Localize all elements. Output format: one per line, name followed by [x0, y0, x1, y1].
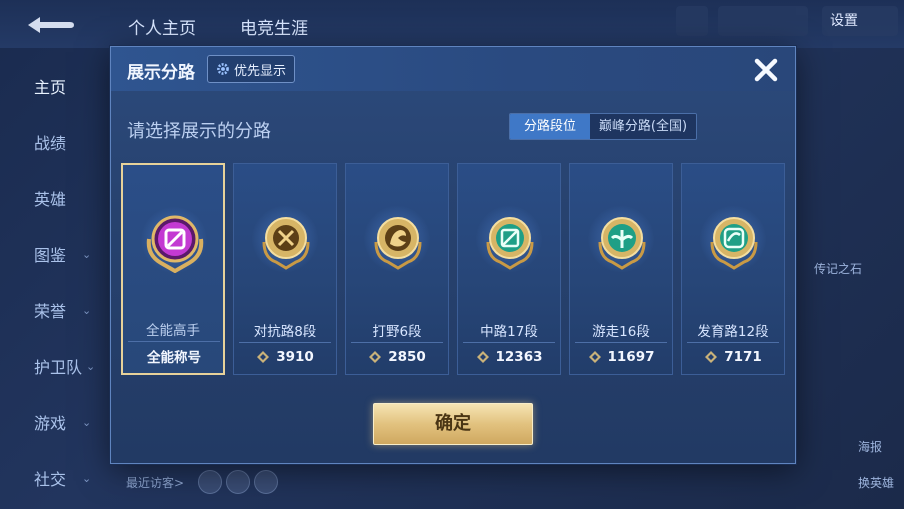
priority-display-button[interactable]: 优先显示 [207, 55, 296, 83]
lane-role-label: 对抗路8段 [253, 324, 317, 340]
lane-card-mid[interactable]: 中路17段 12363 [457, 163, 561, 375]
points-icon [369, 351, 382, 363]
farm-lane-icon [710, 217, 758, 270]
lane-card-footer: 全能称号 [128, 341, 220, 370]
lane-role-label: 中路17段 [480, 324, 538, 340]
sidebar-item-codex[interactable]: 图鉴 ⌄ [0, 226, 110, 282]
close-icon[interactable] [751, 55, 781, 85]
lane-card-footer: 7171 [687, 342, 779, 371]
segment-lane-rank[interactable]: 分路段位 [510, 114, 590, 139]
settings-button[interactable]: 设置 [822, 6, 898, 36]
chevron-down-icon: ⌄ [82, 415, 92, 429]
chevron-down-icon: ⌄ [82, 471, 92, 485]
avatar[interactable] [198, 470, 222, 494]
sidebar-item-label: 图鉴 [34, 246, 67, 265]
points-icon [476, 351, 489, 363]
avatar[interactable] [254, 470, 278, 494]
lane-role-label: 游走16段 [592, 324, 650, 340]
confirm-button[interactable]: 确定 [373, 403, 533, 445]
lane-card-footer: 12363 [463, 342, 555, 371]
lane-value: 7171 [724, 349, 762, 365]
sidebar-item-label: 荣誉 [34, 302, 67, 321]
lane-card-clash[interactable]: 对抗路8段 3910 [233, 163, 337, 375]
dialog-title: 展示分路 [127, 63, 195, 83]
dialog-subtitle: 请选择展示的分路 [127, 121, 271, 142]
switch-hero-button[interactable]: 换英雄 [858, 474, 894, 491]
lane-value: 3910 [276, 349, 314, 365]
segment-peak-lane[interactable]: 巅峰分路(全国) [590, 114, 696, 139]
lane-card-footer: 11697 [575, 342, 667, 371]
sidebar-item-label: 护卫队 [34, 358, 83, 377]
lane-role-label: 打野6段 [372, 324, 422, 340]
points-icon [257, 351, 270, 363]
sidebar-item-games[interactable]: 游戏 ⌄ [0, 394, 110, 450]
vip-badge[interactable] [718, 6, 808, 36]
chevron-down-icon: ⌄ [86, 359, 96, 373]
tab-personal-home[interactable]: 个人主页 [128, 14, 196, 39]
gear-icon [217, 63, 229, 75]
lane-card-all-round[interactable]: 全能高手 全能称号 [121, 163, 225, 375]
jungle-icon [374, 217, 422, 270]
points-icon [588, 351, 601, 363]
sidebar-item-label: 战绩 [34, 134, 67, 153]
profile-icon[interactable] [676, 6, 708, 36]
all-round-icon [146, 215, 204, 273]
sidebar-item-home[interactable]: 主页 [0, 58, 110, 114]
lane-card-jungle[interactable]: 打野6段 2850 [345, 163, 449, 375]
lane-value: 12363 [495, 349, 543, 365]
tab-esports-career[interactable]: 电竞生涯 [240, 14, 308, 39]
clash-lane-icon [262, 217, 310, 270]
lane-value: 11697 [607, 349, 655, 365]
chevron-down-icon: ⌄ [82, 303, 92, 317]
sidebar-item-heroes[interactable]: 英雄 [0, 170, 110, 226]
lane-card-roam[interactable]: 游走16段 11697 [569, 163, 673, 375]
lane-card-footer: 2850 [351, 342, 443, 371]
priority-display-label: 优先显示 [234, 63, 287, 79]
lane-role-label: 发育路12段 [697, 324, 769, 340]
sidebar-item-guard[interactable]: 护卫队 ⌄ [0, 338, 110, 394]
sidebar-item-label: 游戏 [34, 414, 67, 433]
side-text: 传记之石 [813, 262, 862, 276]
lane-card-footer: 3910 [239, 342, 331, 371]
poster-button[interactable]: 海报 [858, 438, 882, 455]
avatar[interactable] [226, 470, 250, 494]
mid-lane-icon [486, 217, 534, 270]
chevron-down-icon: ⌄ [82, 247, 92, 261]
roam-icon [598, 217, 646, 270]
back-arrow-icon[interactable] [24, 14, 76, 36]
sidebar-item-label: 英雄 [34, 190, 67, 209]
sidebar-item-honor[interactable]: 荣誉 ⌄ [0, 282, 110, 338]
points-icon [705, 351, 718, 363]
lane-role-label: 全能高手 [146, 323, 200, 339]
lane-value: 2850 [388, 349, 426, 365]
sidebar-item-label: 社交 [34, 470, 67, 489]
sidebar: 主页 战绩 英雄 图鉴 ⌄ 荣誉 ⌄ 护卫队 ⌄ 游戏 ⌄ 社交 ⌄ [0, 48, 110, 509]
lane-value: 全能称号 [147, 350, 201, 366]
lane-card-farm[interactable]: 发育路12段 7171 [681, 163, 785, 375]
sidebar-item-label: 主页 [34, 78, 67, 97]
recent-visitors-link[interactable]: 最近访客> [126, 474, 184, 491]
lane-display-dialog: 展示分路 优先显示 请选择展示的分路 分路段位 巅峰分路(全国) 全能高手 全能… [110, 46, 796, 464]
lane-type-segment: 分路段位 巅峰分路(全国) [509, 113, 697, 140]
sidebar-item-social[interactable]: 社交 ⌄ [0, 450, 110, 506]
sidebar-item-record[interactable]: 战绩 [0, 114, 110, 170]
